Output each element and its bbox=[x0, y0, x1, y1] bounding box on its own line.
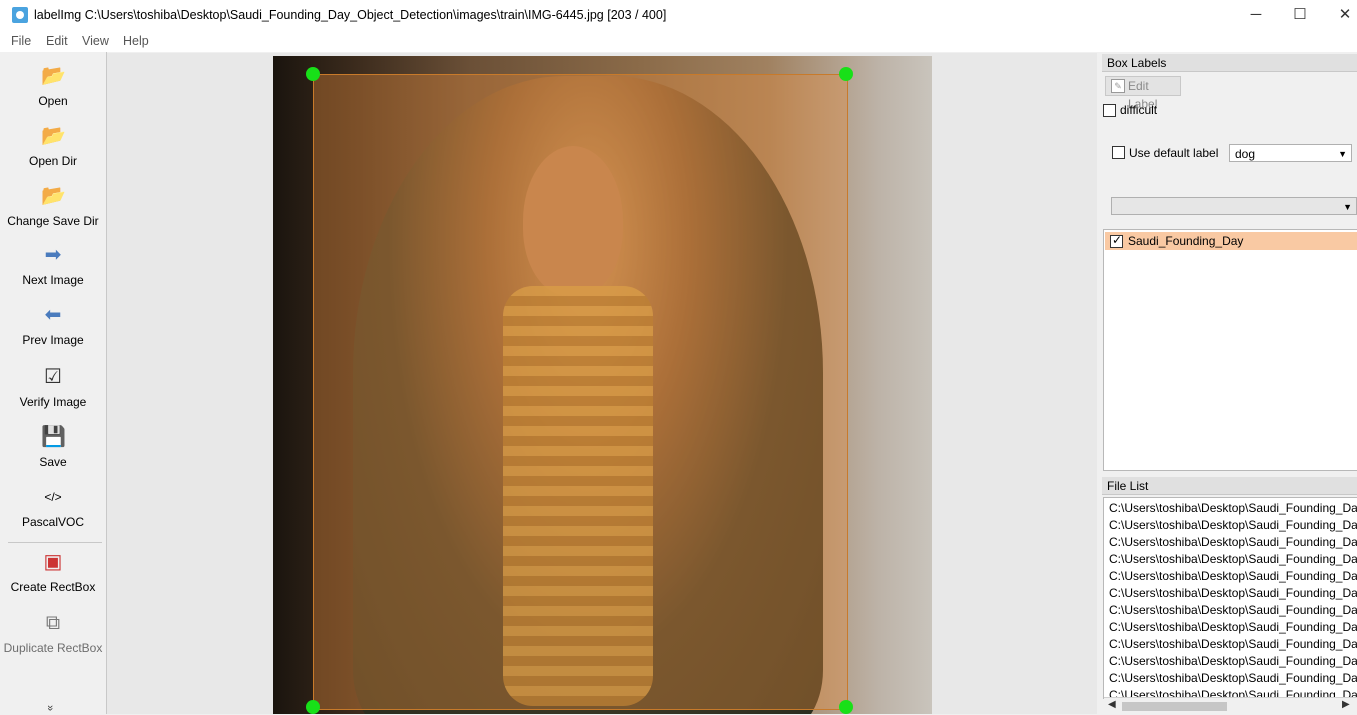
bbox-handle-bottom-right[interactable] bbox=[839, 700, 853, 714]
scroll-left-icon[interactable]: ◀ bbox=[1108, 699, 1116, 710]
scrollbar-thumb[interactable] bbox=[1122, 702, 1227, 711]
minimize-button[interactable]: ─ bbox=[1241, 4, 1271, 26]
prev-image-label: Prev Image bbox=[22, 333, 84, 347]
arrow-left-icon: ⬅ bbox=[44, 304, 62, 326]
duplicate-rectbox-button[interactable]: ⧉ Duplicate RectBox bbox=[0, 611, 106, 655]
file-list-item[interactable]: C:\Users\toshiba\Desktop\Saudi_Founding_… bbox=[1104, 619, 1357, 636]
title-bar: labelImg C:\Users\toshiba\Desktop\Saudi_… bbox=[0, 0, 1357, 30]
save-button[interactable]: 💾 Save bbox=[0, 425, 106, 469]
file-list[interactable]: C:\Users\toshiba\Desktop\Saudi_Founding_… bbox=[1103, 497, 1357, 699]
file-list-title: File List bbox=[1102, 477, 1357, 495]
menu-help[interactable]: Help bbox=[123, 34, 149, 48]
window-title: labelImg C:\Users\toshiba\Desktop\Saudi_… bbox=[34, 8, 667, 22]
label-item-text: Saudi_Founding_Day bbox=[1128, 234, 1244, 248]
next-image-label: Next Image bbox=[22, 273, 84, 287]
file-list-item[interactable]: C:\Users\toshiba\Desktop\Saudi_Founding_… bbox=[1104, 636, 1357, 653]
open-button[interactable]: 📂 Open bbox=[0, 64, 106, 108]
arrow-right-icon: ➡ bbox=[44, 244, 62, 266]
pencil-icon: ✎ bbox=[1111, 79, 1125, 93]
scroll-right-icon[interactable]: ▶ bbox=[1342, 699, 1350, 710]
label-list[interactable]: Saudi_Founding_Day bbox=[1103, 229, 1357, 471]
difficult-checkbox[interactable] bbox=[1103, 104, 1116, 117]
default-label-input[interactable]: dog ▼ bbox=[1229, 144, 1352, 162]
menu-view[interactable]: View bbox=[82, 34, 109, 48]
open-label: Open bbox=[38, 94, 68, 108]
file-list-item[interactable]: C:\Users\toshiba\Desktop\Saudi_Founding_… bbox=[1104, 670, 1357, 687]
bbox-handle-bottom-left[interactable] bbox=[306, 700, 320, 714]
dropdown-arrow-icon: ▼ bbox=[1338, 149, 1347, 159]
next-image-button[interactable]: ➡ Next Image bbox=[0, 243, 106, 287]
file-list-item[interactable]: C:\Users\toshiba\Desktop\Saudi_Founding_… bbox=[1104, 517, 1357, 534]
folder-open-icon: 📂 bbox=[41, 125, 66, 147]
file-list-horizontal-scrollbar[interactable]: ◀ ▶ bbox=[1104, 697, 1357, 715]
create-rectbox-label: Create RectBox bbox=[10, 580, 96, 594]
labelimg-app-icon bbox=[12, 7, 28, 23]
create-rectbox-button[interactable]: ▣ Create RectBox bbox=[0, 550, 106, 594]
bbox-handle-top-right[interactable] bbox=[839, 67, 853, 81]
verify-image-button[interactable]: ☑ Verify Image bbox=[0, 365, 106, 409]
verify-image-label: Verify Image bbox=[19, 395, 87, 409]
close-button[interactable]: ✕ bbox=[1330, 4, 1357, 26]
file-list-item[interactable]: C:\Users\toshiba\Desktop\Saudi_Founding_… bbox=[1104, 568, 1357, 585]
bbox-handle-top-left[interactable] bbox=[306, 67, 320, 81]
menu-bar: File Edit View Help bbox=[0, 30, 1357, 52]
label-list-item[interactable]: Saudi_Founding_Day bbox=[1105, 232, 1357, 250]
open-dir-button[interactable]: 📂 Open Dir bbox=[0, 124, 106, 168]
file-list-item[interactable]: C:\Users\toshiba\Desktop\Saudi_Founding_… bbox=[1104, 585, 1357, 602]
folder-open-icon: 📂 bbox=[41, 65, 66, 87]
use-default-label-checkbox[interactable] bbox=[1112, 146, 1125, 159]
bounding-box[interactable] bbox=[313, 74, 848, 710]
duplicate-icon: ⧉ bbox=[45, 612, 61, 634]
label-item-checkbox[interactable] bbox=[1110, 233, 1123, 248]
maximize-button[interactable]: ☐ bbox=[1285, 4, 1315, 26]
left-toolbar: 📂 Open 📂 Open Dir 📂 Change Save Dir ➡ Ne… bbox=[0, 52, 107, 714]
open-dir-label: Open Dir bbox=[28, 154, 78, 168]
menu-file[interactable]: File bbox=[11, 34, 31, 48]
checkbox-icon: ☑ bbox=[44, 366, 62, 388]
save-label: Save bbox=[39, 455, 67, 469]
folder-open-icon: 📂 bbox=[41, 185, 66, 207]
format-label: PascalVOC bbox=[21, 515, 85, 529]
duplicate-rectbox-label: Duplicate RectBox bbox=[3, 641, 103, 655]
file-list-item[interactable]: C:\Users\toshiba\Desktop\Saudi_Founding_… bbox=[1104, 500, 1357, 517]
code-tag-icon: </> bbox=[44, 490, 62, 504]
dropdown-arrow-icon: ▼ bbox=[1343, 202, 1352, 212]
difficult-label: difficult bbox=[1120, 103, 1158, 117]
default-label-value: dog bbox=[1235, 147, 1256, 161]
floppy-disk-icon: 💾 bbox=[41, 426, 66, 448]
rectbox-icon: ▣ bbox=[43, 551, 63, 573]
change-save-dir-label: Change Save Dir bbox=[7, 214, 99, 228]
toolbar-divider bbox=[8, 542, 102, 543]
box-labels-title: Box Labels bbox=[1102, 54, 1357, 72]
file-list-item[interactable]: C:\Users\toshiba\Desktop\Saudi_Founding_… bbox=[1104, 551, 1357, 568]
file-list-item[interactable]: C:\Users\toshiba\Desktop\Saudi_Founding_… bbox=[1104, 653, 1357, 670]
prev-image-button[interactable]: ⬅ Prev Image bbox=[0, 303, 106, 347]
change-save-dir-button[interactable]: 📂 Change Save Dir bbox=[0, 184, 106, 228]
format-toggle-button[interactable]: </> PascalVOC bbox=[0, 485, 106, 529]
file-list-item[interactable]: C:\Users\toshiba\Desktop\Saudi_Founding_… bbox=[1104, 602, 1357, 619]
label-combo-box[interactable]: ▼ bbox=[1111, 197, 1357, 215]
use-default-label-text: Use default label bbox=[1129, 146, 1219, 160]
file-list-item[interactable]: C:\Users\toshiba\Desktop\Saudi_Founding_… bbox=[1104, 534, 1357, 551]
menu-edit[interactable]: Edit bbox=[46, 34, 68, 48]
toolbar-more-icon[interactable]: » bbox=[44, 705, 56, 711]
edit-label-button[interactable]: ✎ Edit Label bbox=[1105, 76, 1181, 111]
